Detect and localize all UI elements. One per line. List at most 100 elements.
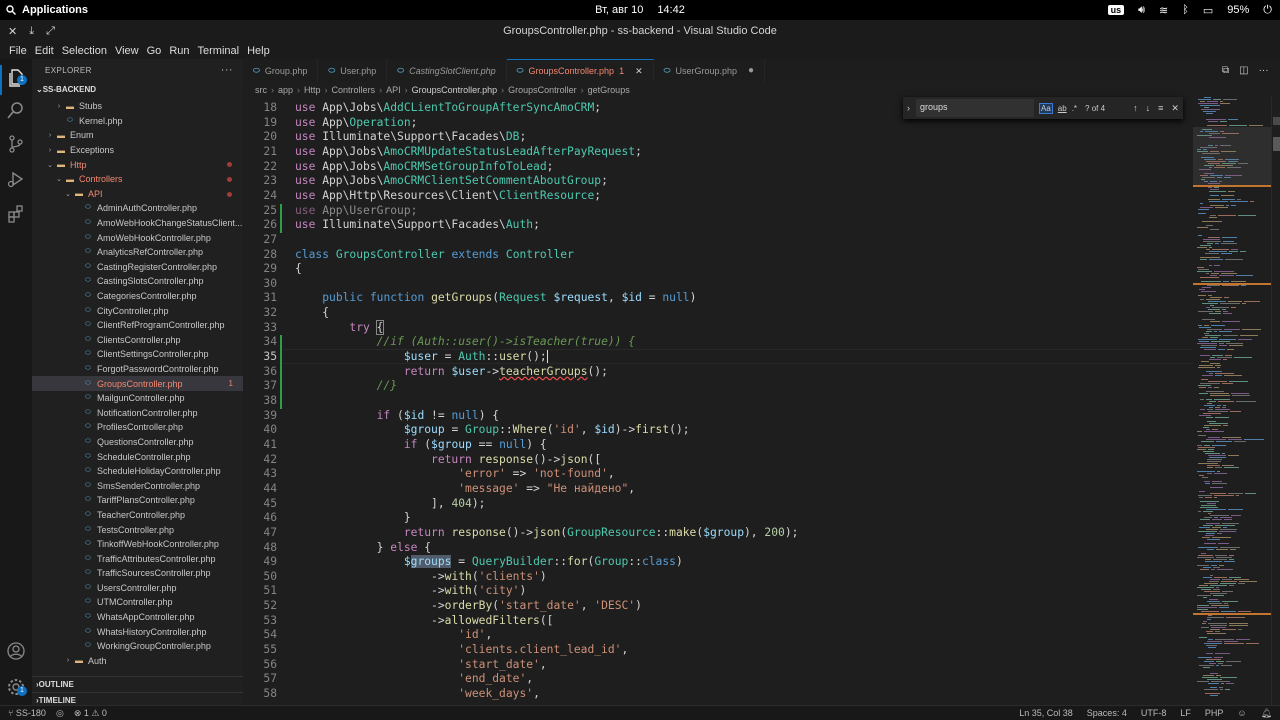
editor-tab[interactable]: ⬭ CastingSlotClient.php [387,59,507,82]
tree-file[interactable]: ⬭ QuestionsController.php [32,435,243,450]
tree-file[interactable]: ⬭ ScheduleHolidayController.php [32,464,243,479]
account-icon[interactable] [6,641,26,661]
volume-icon[interactable]: 🔊︎ [1138,4,1145,17]
code-line[interactable]: { [295,306,329,319]
keyboard-layout[interactable]: us [1107,5,1125,15]
tree-file[interactable]: ⬭ TariffPlansController.php [32,493,243,508]
tree-file[interactable]: ⬭ SmsSenderController.php [32,478,243,493]
source-control-icon[interactable] [6,134,26,154]
indentation[interactable]: Spaces: 4 [1087,708,1127,718]
code-line[interactable]: use App\Http\Resources\Client\ClientReso… [295,189,601,202]
menu-go[interactable]: Go [143,45,166,57]
bluetooth-icon[interactable]: ᛒ [1182,4,1189,16]
battery-icon[interactable]: ▭ [1203,4,1213,17]
tree-file[interactable]: ⬭ UTMController.php [32,595,243,610]
wifi-icon[interactable]: ≋ [1159,4,1168,17]
language-mode[interactable]: PHP [1205,708,1224,718]
git-added-marker[interactable] [280,335,282,409]
code-line[interactable]: try { [295,319,385,335]
tree-file[interactable]: ⬭ ScheduleController.php [32,449,243,464]
maximize-window-icon[interactable]: ⤢ [46,25,55,38]
code-line[interactable]: use App\Operation; [295,116,417,129]
code-line[interactable]: } else { [295,541,431,554]
chevron-right-icon[interactable]: › [907,103,910,113]
git-added-marker[interactable] [280,203,282,233]
project-section[interactable]: ⌄ SS-BACKEND [32,81,243,97]
previous-match-icon[interactable]: ↑ [1133,103,1138,113]
code-line[interactable]: return $user->teacherGroups(); [295,365,608,378]
tree-file[interactable]: ⬭ CategoriesController.php [32,289,243,304]
code-line[interactable]: $user = Auth::user(); [295,350,548,364]
code-line[interactable]: 'week_days', [295,687,540,700]
code-line[interactable]: //if (Auth::user()->isTeacher(true)) { [295,335,635,348]
close-icon[interactable]: ✕ [635,66,643,77]
tree-file[interactable]: ⬭ CityController.php [32,303,243,318]
breadcrumb-item[interactable]: Http [304,85,321,95]
code-line[interactable]: $groups = QueryBuilder::for(Group::class… [295,555,683,569]
find-in-selection-icon[interactable]: ≡ [1158,103,1163,113]
breadcrumb-item[interactable]: API [386,85,401,95]
tree-folder[interactable]: › ▬ Auth [32,654,243,669]
breadcrumb-item[interactable]: GroupsController.php [412,85,498,95]
power-icon[interactable]: ⏻ [1263,4,1272,17]
clock[interactable]: Вт, авг 10 14:42 [0,4,1280,16]
tree-file[interactable]: ⬭ TeacherController.php [32,508,243,523]
tree-file[interactable]: ⬭ ClientsController.php [32,333,243,348]
editor-tab[interactable]: ⬭ Group.php [243,59,319,82]
match-case-toggle[interactable]: Aa [1039,102,1053,114]
find-input[interactable]: groups [916,99,1034,117]
code-line[interactable]: //} [295,379,397,392]
tree-file[interactable]: ⬭ CastingSlotsController.php [32,274,243,289]
code-line[interactable]: ], 404); [295,497,485,510]
tree-folder[interactable]: › ▬ Exceptions [32,143,243,158]
feedback-icon[interactable]: ☺ [1237,708,1246,718]
more-actions-icon[interactable]: ··· [221,64,233,76]
tree-file[interactable]: ⬭ ForgotPasswordController.php [32,362,243,377]
tree-file[interactable]: ⬭ AnalyticsRefController.php [32,245,243,260]
tree-file[interactable]: ⬭ GroupsController.php 1 [32,376,243,391]
code-line[interactable]: ->with('clients') [295,570,547,583]
match-word-toggle[interactable]: ab [1058,104,1067,113]
tree-file[interactable]: ⬭ Kernel.php [32,114,243,129]
code-line[interactable]: return response()->json([ [295,453,601,466]
code-line[interactable]: 'message' => "Не найдено", [295,482,635,495]
tree-file[interactable]: ⬭ TestsController.php [32,522,243,537]
code-line[interactable]: 'id', [295,628,492,641]
branch-indicator[interactable]: ⑂ SS-180 [8,708,46,718]
breadcrumb-item[interactable]: app [278,85,293,95]
notifications-icon[interactable]: 🔔︎ [1261,708,1272,719]
code-editor[interactable]: 18 use App\Jobs\AddCLientToGroupAfterSync… [243,97,1193,705]
tree-file[interactable]: ⬭ TrafficSourcesController.php [32,566,243,581]
code-line[interactable]: ->with('city') [295,584,526,597]
tree-file[interactable]: ⬭ WorkingGroupController.php [32,639,243,654]
more-actions-icon[interactable]: ··· [1259,65,1269,76]
code-line[interactable]: use App\Jobs\AmoCRMClientSetCommentAbout… [295,174,608,187]
tree-file[interactable]: ⬭ TinkoffWebHookController.php [32,537,243,552]
code-line[interactable]: ->allowedFilters([ [295,614,553,627]
breadcrumb-item[interactable]: getGroups [588,85,630,95]
applications-menu[interactable]: Applications [0,4,88,16]
code-line[interactable]: 'error' => 'not-found', [295,467,614,480]
code-line[interactable]: 'start_date', [295,658,546,671]
outline-section[interactable]: › OUTLINE [32,676,243,692]
compare-icon[interactable]: ⧉ [1222,65,1229,76]
tree-file[interactable]: ⬭ TrafficAttributesController.php [32,551,243,566]
menu-selection[interactable]: Selection [58,45,111,57]
breadcrumb-item[interactable]: src [255,85,267,95]
vertical-scrollbar[interactable] [1271,97,1280,705]
search-icon[interactable] [6,100,26,120]
editor-tab[interactable]: ⬭ GroupsController.php 1 ✕ [506,59,654,82]
menu-terminal[interactable]: Terminal [194,45,244,57]
run-debug-icon[interactable] [6,169,26,189]
tree-file[interactable]: ⬭ AmoWebHookChangeStatusClient... [32,216,243,231]
editor-tab[interactable]: ⬭ UserGroup.php ● [654,59,766,82]
tree-folder[interactable]: ⌄ ▬ Http [32,157,243,172]
code-line[interactable]: use App\UserGroup; [295,204,417,217]
menu-edit[interactable]: Edit [31,45,58,57]
code-line[interactable]: use App\Jobs\AmoCRMUpdateStatusLeadAfter… [295,145,642,158]
tree-file[interactable]: ⬭ WhatsHistoryController.php [32,624,243,639]
tree-folder[interactable]: ⌄ ▬ API [32,187,243,202]
code-line[interactable]: public function getGroups(Request $reque… [295,291,696,304]
code-line[interactable]: return response()->json(GroupResource::m… [295,526,799,539]
breadcrumb-item[interactable]: Controllers [332,85,376,95]
